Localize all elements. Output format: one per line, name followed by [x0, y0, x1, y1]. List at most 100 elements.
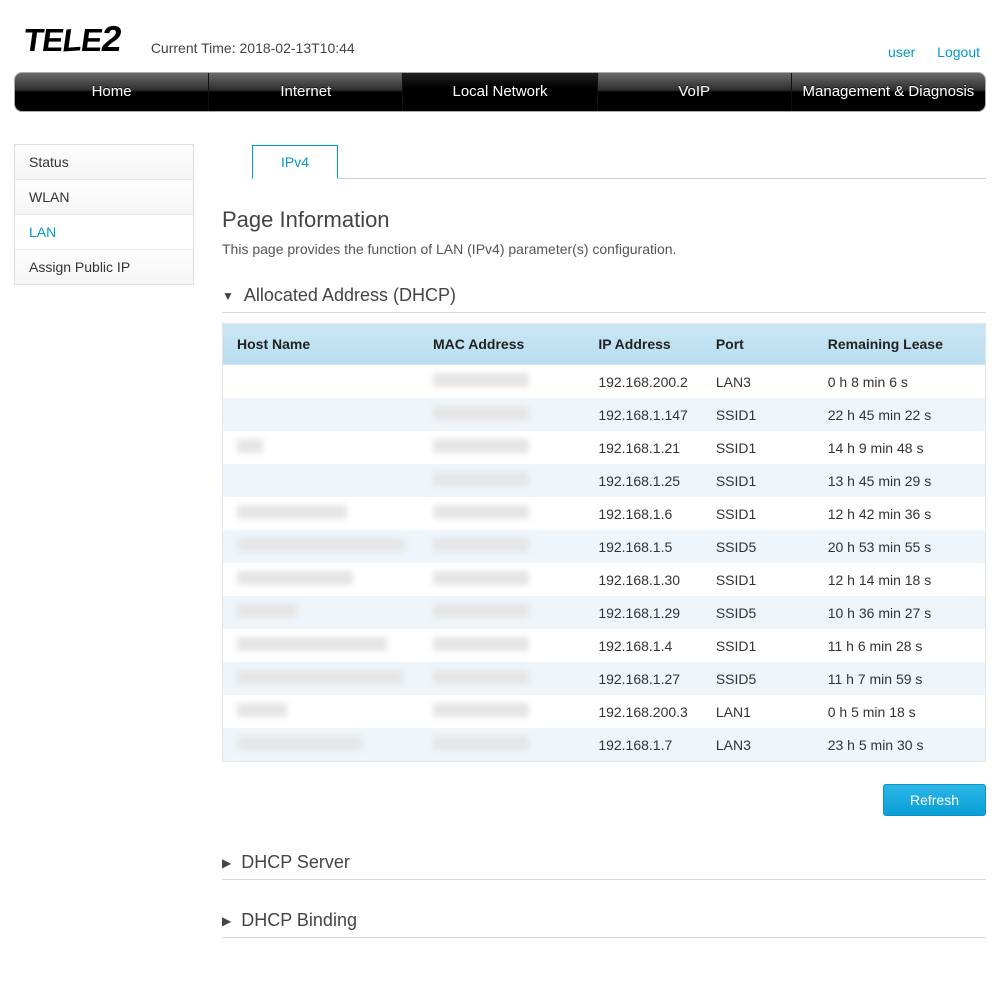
- table-row: 192.168.1.147SSID122 h 45 min 22 s: [223, 398, 985, 431]
- cell-ip-address: 192.168.1.21: [584, 431, 702, 464]
- table-row: 192.168.1.29SSID510 h 36 min 27 s: [223, 596, 985, 629]
- cell-ip-address: 192.168.1.6: [584, 497, 702, 530]
- cell-remaining-lease: 0 h 5 min 18 s: [814, 695, 985, 728]
- cell-port: LAN3: [702, 365, 814, 399]
- cell-host-name: [223, 464, 419, 497]
- section-dhcp-binding-title: DHCP Binding: [241, 910, 357, 931]
- col-header: IP Address: [584, 324, 702, 365]
- current-time-label: Current Time: 2018-02-13T10:44: [151, 40, 355, 56]
- triangle-down-icon: ▼: [222, 289, 234, 303]
- cell-mac-address: [419, 497, 584, 530]
- cell-host-name: [223, 365, 419, 399]
- table-row: 192.168.200.2LAN30 h 8 min 6 s: [223, 365, 985, 399]
- cell-remaining-lease: 11 h 6 min 28 s: [814, 629, 985, 662]
- cell-ip-address: 192.168.200.2: [584, 365, 702, 399]
- cell-ip-address: 192.168.1.7: [584, 728, 702, 761]
- cell-remaining-lease: 12 h 42 min 36 s: [814, 497, 985, 530]
- brand-logo: TELE2: [21, 18, 124, 60]
- section-dhcp-server[interactable]: ▶ DHCP Server: [222, 852, 986, 880]
- table-row: 192.168.1.5SSID520 h 53 min 55 s: [223, 530, 985, 563]
- section-allocated-title: Allocated Address (DHCP): [244, 285, 456, 306]
- table-row: 192.168.1.6SSID112 h 42 min 36 s: [223, 497, 985, 530]
- user-link[interactable]: user: [888, 44, 915, 60]
- triangle-right-icon: ▶: [222, 856, 231, 870]
- table-row: 192.168.1.25SSID113 h 45 min 29 s: [223, 464, 985, 497]
- dhcp-table-wrap: Host NameMAC AddressIP AddressPortRemain…: [222, 323, 986, 762]
- sidebar-item-assign-public-ip[interactable]: Assign Public IP: [15, 250, 193, 284]
- col-header: Host Name: [223, 324, 419, 365]
- cell-host-name: [223, 728, 419, 761]
- cell-remaining-lease: 10 h 36 min 27 s: [814, 596, 985, 629]
- cell-remaining-lease: 13 h 45 min 29 s: [814, 464, 985, 497]
- cell-host-name: [223, 596, 419, 629]
- cell-mac-address: [419, 596, 584, 629]
- cell-port: LAN3: [702, 728, 814, 761]
- cell-remaining-lease: 11 h 7 min 59 s: [814, 662, 985, 695]
- cell-mac-address: [419, 695, 584, 728]
- table-row: 192.168.1.27SSID511 h 7 min 59 s: [223, 662, 985, 695]
- sidebar-item-lan[interactable]: LAN: [15, 215, 193, 250]
- cell-port: SSID1: [702, 563, 814, 596]
- cell-ip-address: 192.168.1.5: [584, 530, 702, 563]
- table-row: 192.168.200.3LAN10 h 5 min 18 s: [223, 695, 985, 728]
- sidebar: StatusWLANLANAssign Public IP: [14, 144, 194, 285]
- cell-ip-address: 192.168.1.147: [584, 398, 702, 431]
- dhcp-table: Host NameMAC AddressIP AddressPortRemain…: [223, 324, 985, 761]
- content-area: IPv4 Page Information This page provides…: [222, 144, 986, 938]
- cell-host-name: [223, 662, 419, 695]
- cell-mac-address: [419, 530, 584, 563]
- cell-host-name: [223, 629, 419, 662]
- cell-ip-address: 192.168.200.3: [584, 695, 702, 728]
- cell-remaining-lease: 12 h 14 min 18 s: [814, 563, 985, 596]
- cell-mac-address: [419, 563, 584, 596]
- cell-host-name: [223, 398, 419, 431]
- nav-item-home[interactable]: Home: [15, 73, 209, 111]
- cell-port: SSID1: [702, 398, 814, 431]
- section-dhcp-server-title: DHCP Server: [241, 852, 350, 873]
- page-title: Page Information: [222, 207, 986, 233]
- nav-item-local-network[interactable]: Local Network: [403, 73, 597, 111]
- tab-ipv4[interactable]: IPv4: [252, 145, 338, 179]
- cell-port: SSID5: [702, 596, 814, 629]
- cell-remaining-lease: 0 h 8 min 6 s: [814, 365, 985, 399]
- cell-ip-address: 192.168.1.25: [584, 464, 702, 497]
- cell-host-name: [223, 695, 419, 728]
- refresh-button[interactable]: Refresh: [883, 784, 986, 816]
- cell-mac-address: [419, 728, 584, 761]
- cell-port: SSID5: [702, 662, 814, 695]
- nav-item-internet[interactable]: Internet: [209, 73, 403, 111]
- col-header: Port: [702, 324, 814, 365]
- cell-host-name: [223, 563, 419, 596]
- table-row: 192.168.1.21SSID114 h 9 min 48 s: [223, 431, 985, 464]
- section-dhcp-binding[interactable]: ▶ DHCP Binding: [222, 910, 986, 938]
- table-row: 192.168.1.30SSID112 h 14 min 18 s: [223, 563, 985, 596]
- cell-remaining-lease: 14 h 9 min 48 s: [814, 431, 985, 464]
- cell-port: SSID1: [702, 431, 814, 464]
- triangle-right-icon: ▶: [222, 914, 231, 928]
- cell-ip-address: 192.168.1.4: [584, 629, 702, 662]
- cell-host-name: [223, 497, 419, 530]
- cell-mac-address: [419, 464, 584, 497]
- header: TELE2 Current Time: 2018-02-13T10:44 use…: [0, 0, 1000, 66]
- nav-item-management-diagnosis[interactable]: Management & Diagnosis: [792, 73, 985, 111]
- cell-remaining-lease: 23 h 5 min 30 s: [814, 728, 985, 761]
- cell-mac-address: [419, 629, 584, 662]
- section-allocated-address[interactable]: ▼ Allocated Address (DHCP): [222, 285, 986, 313]
- cell-port: SSID1: [702, 464, 814, 497]
- sidebar-item-wlan[interactable]: WLAN: [15, 180, 193, 215]
- cell-port: SSID1: [702, 497, 814, 530]
- top-links: user Logout: [870, 44, 980, 60]
- cell-mac-address: [419, 365, 584, 399]
- cell-remaining-lease: 22 h 45 min 22 s: [814, 398, 985, 431]
- sidebar-item-status[interactable]: Status: [15, 145, 193, 180]
- cell-port: SSID5: [702, 530, 814, 563]
- cell-ip-address: 192.168.1.30: [584, 563, 702, 596]
- cell-ip-address: 192.168.1.27: [584, 662, 702, 695]
- cell-port: LAN1: [702, 695, 814, 728]
- logout-link[interactable]: Logout: [937, 44, 980, 60]
- col-header: Remaining Lease: [814, 324, 985, 365]
- cell-remaining-lease: 20 h 53 min 55 s: [814, 530, 985, 563]
- nav-item-voip[interactable]: VoIP: [598, 73, 792, 111]
- table-row: 192.168.1.7LAN323 h 5 min 30 s: [223, 728, 985, 761]
- cell-mac-address: [419, 398, 584, 431]
